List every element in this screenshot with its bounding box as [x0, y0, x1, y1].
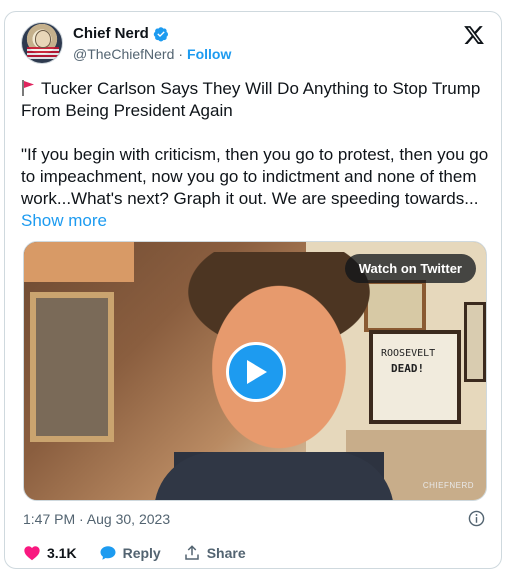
author-handle-row: @TheChiefNerd · Follow [73, 46, 231, 62]
tweet-quote: "If you begin with criticism, then you g… [21, 145, 489, 208]
tweet-actions: 3.1K Reply Share [23, 544, 246, 562]
avatar-flag [27, 47, 59, 59]
like-count: 3.1K [47, 545, 77, 561]
tweet-quote-paragraph: "If you begin with criticism, then you g… [21, 144, 489, 232]
share-icon [184, 545, 199, 560]
scene-shirt [154, 452, 394, 500]
author-avatar[interactable] [21, 22, 63, 64]
author-name[interactable]: Chief Nerd [73, 25, 149, 42]
tweet-headline-paragraph: Tucker Carlson Says They Will Do Anythin… [21, 78, 489, 122]
newspaper-headline-1: ROOSEVELT [381, 348, 436, 359]
x-logo-icon[interactable] [463, 24, 485, 46]
verified-badge-icon [153, 26, 168, 41]
tweet-timestamp[interactable]: 1:47 PM · Aug 30, 2023 [23, 511, 170, 527]
avatar-face [35, 30, 51, 48]
author-handle[interactable]: @TheChiefNerd [73, 46, 174, 62]
show-more-link[interactable]: Show more [21, 211, 107, 230]
reply-label: Reply [122, 545, 161, 561]
video-thumbnail[interactable]: ROOSEVELT DEAD! Watch on Twitter CHIEFNE… [23, 241, 487, 501]
reply-button[interactable]: Reply [99, 544, 161, 562]
tweet-card: Chief Nerd @TheChiefNerd · Follow Tucker… [4, 11, 502, 569]
reply-bubble-icon [100, 546, 116, 560]
scene-side-frame [464, 302, 486, 382]
author-name-row: Chief Nerd [73, 25, 169, 42]
play-icon [247, 360, 267, 384]
scene-shelf [24, 242, 134, 282]
video-watermark: CHIEFNERD [422, 481, 474, 490]
tweet-headline: Tucker Carlson Says They Will Do Anythin… [21, 79, 481, 120]
red-flag-icon [22, 80, 34, 96]
tweet-text: Tucker Carlson Says They Will Do Anythin… [21, 78, 489, 254]
watch-on-twitter-button[interactable]: Watch on Twitter [344, 254, 476, 283]
play-button[interactable] [226, 342, 286, 402]
info-icon[interactable] [468, 510, 485, 527]
handle-separator: · [178, 46, 184, 62]
like-button[interactable]: 3.1K [23, 544, 77, 562]
follow-link[interactable]: Follow [187, 46, 231, 62]
scene-mirror [30, 292, 114, 442]
share-button[interactable]: Share [183, 544, 246, 562]
heart-icon [24, 546, 40, 561]
share-label: Share [206, 545, 246, 561]
tweet-header: Chief Nerd @TheChiefNerd · Follow [21, 22, 487, 70]
newspaper-headline-2: DEAD! [391, 362, 425, 375]
